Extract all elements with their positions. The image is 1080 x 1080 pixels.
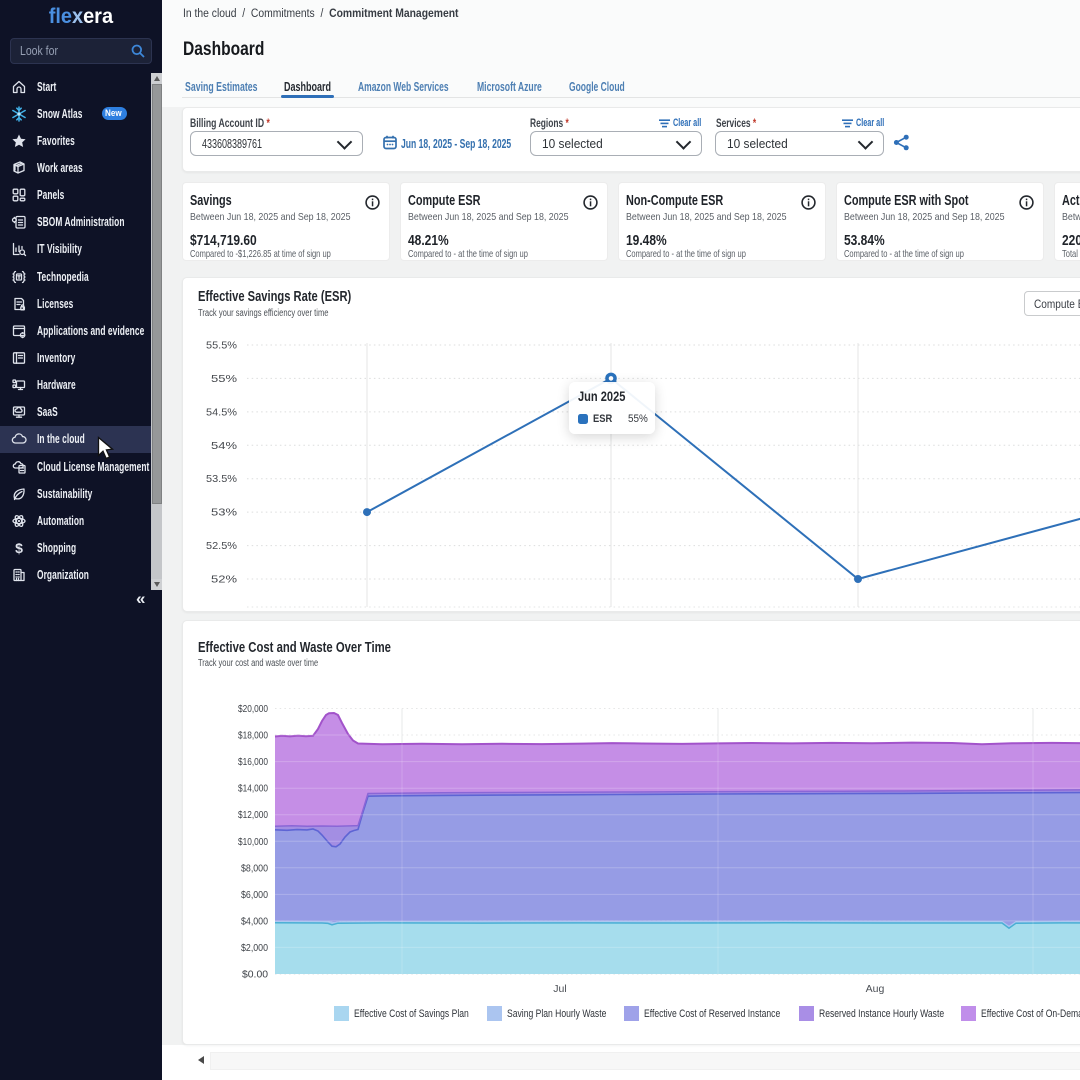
svg-text:$18,000: $18,000 bbox=[238, 730, 268, 742]
svg-text:$6,000: $6,000 bbox=[241, 889, 268, 901]
svg-text:53%: 53% bbox=[211, 507, 237, 519]
svg-text:Jul: Jul bbox=[553, 983, 566, 995]
svg-text:$10,000: $10,000 bbox=[238, 836, 268, 848]
svg-text:54.5%: 54.5% bbox=[206, 406, 237, 418]
svg-text:52.5%: 52.5% bbox=[206, 540, 237, 552]
svg-text:$4,000: $4,000 bbox=[241, 915, 268, 927]
svg-text:Aug: Aug bbox=[866, 983, 885, 995]
svg-text:$8,000: $8,000 bbox=[241, 862, 268, 874]
svg-text:53.5%: 53.5% bbox=[206, 473, 237, 485]
svg-text:$12,000: $12,000 bbox=[238, 809, 268, 821]
svg-text:52%: 52% bbox=[211, 574, 237, 586]
svg-text:$14,000: $14,000 bbox=[238, 783, 268, 795]
svg-text:54%: 54% bbox=[211, 440, 237, 452]
svg-text:$16,000: $16,000 bbox=[238, 756, 268, 768]
svg-text:55.5%: 55.5% bbox=[206, 340, 237, 352]
svg-text:$2,000: $2,000 bbox=[241, 942, 268, 954]
svg-text:55%: 55% bbox=[211, 373, 237, 385]
svg-text:$0.00: $0.00 bbox=[242, 969, 268, 981]
svg-text:$: $ bbox=[15, 540, 23, 556]
svg-text:$20,000: $20,000 bbox=[238, 703, 268, 715]
